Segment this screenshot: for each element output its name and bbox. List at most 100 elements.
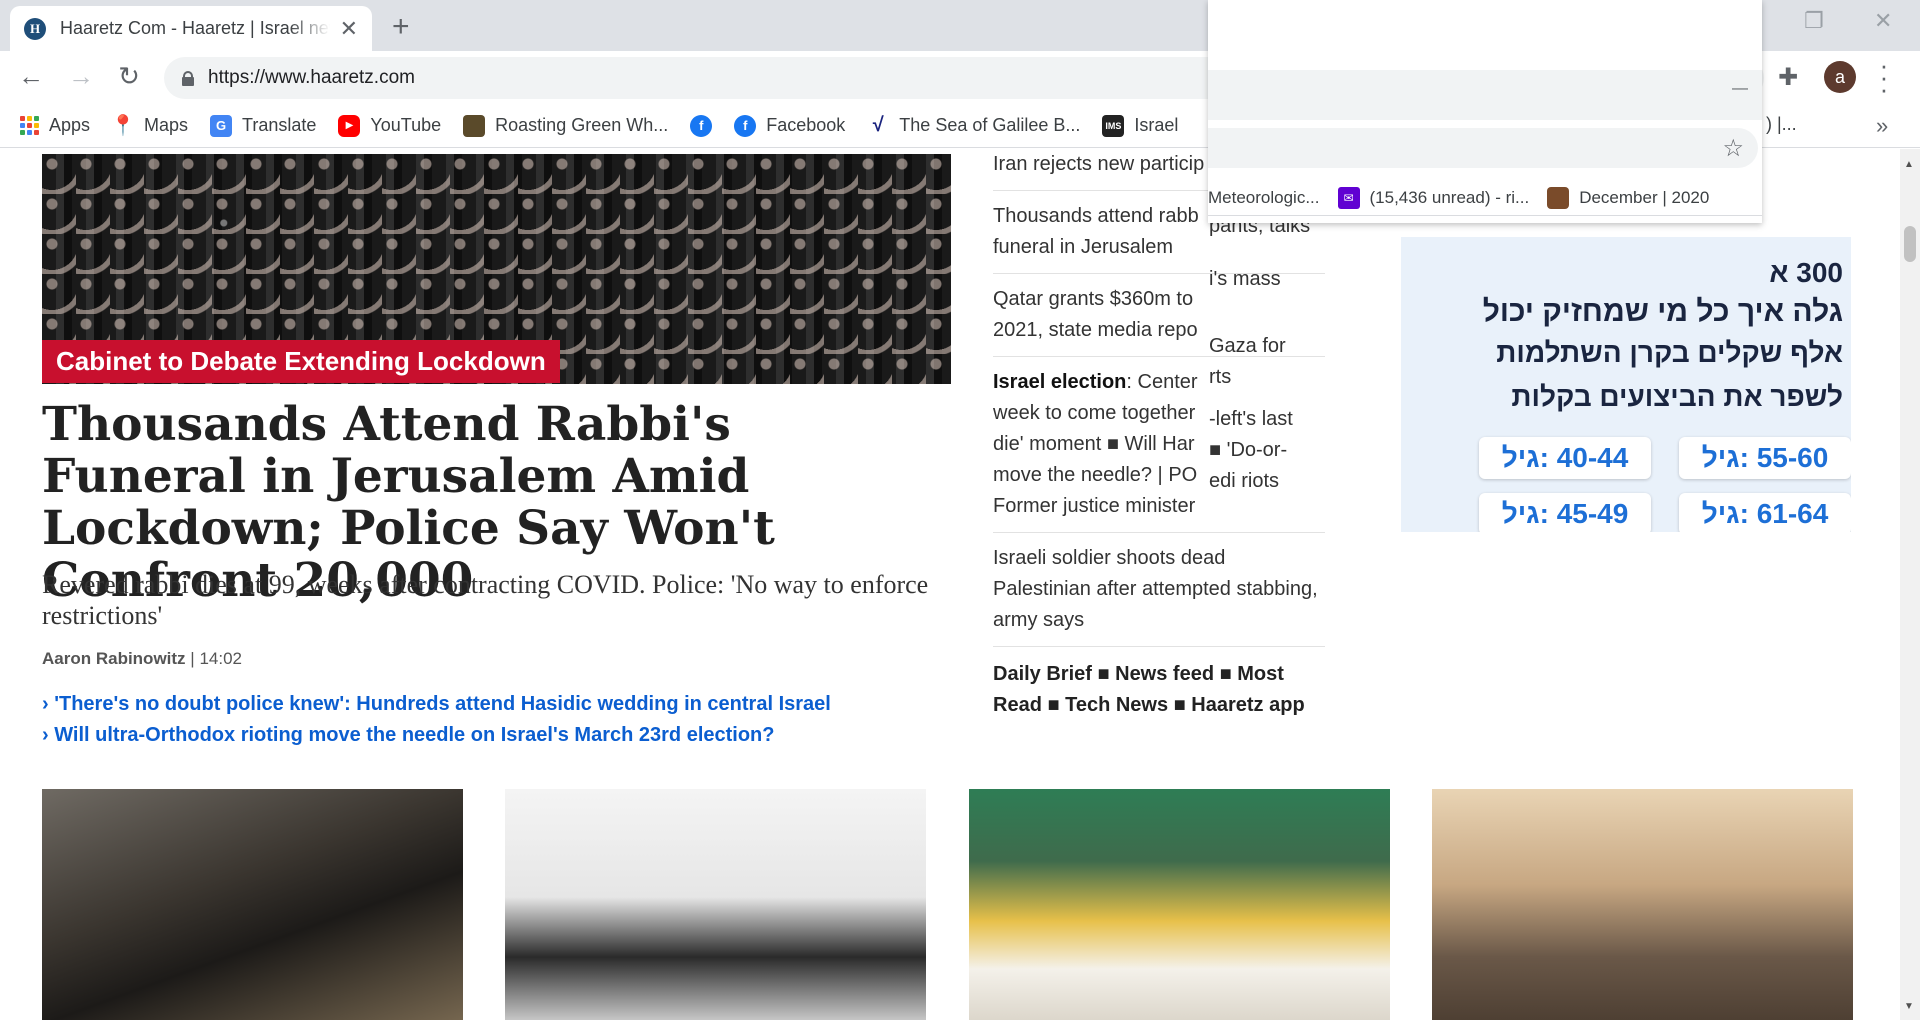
bookmark-label: The Sea of Galilee B... xyxy=(899,115,1081,135)
story-card-image[interactable] xyxy=(1432,789,1853,1020)
bookmark-overflow-label[interactable]: ) |... xyxy=(1766,114,1797,135)
sidebar-news-text: : Center xyxy=(1126,371,1198,393)
bookmark-label: Translate xyxy=(242,115,317,135)
bookmark-israel-ims[interactable]: IMS Israel xyxy=(1102,114,1178,137)
bookmark-label: December | 2020 xyxy=(1579,187,1710,207)
sidebar-news-text: funeral in Jerusalem xyxy=(993,236,1174,258)
minimize-window-icon[interactable]: — xyxy=(1732,80,1748,98)
sidebar-news-text: Qatar grants $360m to xyxy=(993,288,1194,310)
ad-headline: 300 א xyxy=(1769,257,1843,288)
bookmark-label: Apps xyxy=(49,115,91,135)
forward-arrow-icon[interactable]: → xyxy=(64,61,98,92)
overlay-address-bar[interactable] xyxy=(1208,128,1758,168)
story-card-image[interactable] xyxy=(505,789,926,1020)
check-logo-icon: √ xyxy=(872,114,884,136)
menu-kebab-icon[interactable]: · · · xyxy=(1876,52,1892,102)
sidebar-news-text: Thousands attend rabb xyxy=(993,205,1199,227)
sidebar-news-text: die' moment ■ Will Har xyxy=(993,433,1195,455)
ad-banner[interactable]: 300 א גלה איך כל מי שמחזיק יכול אלף שקלי… xyxy=(1401,207,1851,532)
sidebar-news-item[interactable]: Israeli soldier shoots dead Palestinian … xyxy=(993,533,1325,647)
ims-icon: IMS xyxy=(1102,114,1125,137)
mail-icon: ✉ xyxy=(1337,186,1360,209)
bookmark-facebook-1[interactable]: f xyxy=(690,114,713,137)
ad-text: לשפר את הביצועים בקלות xyxy=(1511,381,1843,412)
sidebar-news-text: week to come together xyxy=(993,402,1196,424)
calendar-thumbnail-icon xyxy=(1547,186,1570,209)
ad-text: אלף שקלים בקרן השתלמות xyxy=(1496,337,1843,368)
site-thumbnail-icon xyxy=(463,114,486,137)
sidebar-footer-links[interactable]: Daily Brief ■ News feed ■ Most Read ■ Te… xyxy=(993,647,1325,721)
close-window-icon[interactable]: ✕ xyxy=(1874,8,1892,34)
extensions-puzzle-icon[interactable]: ✚ xyxy=(1778,63,1798,92)
bookmark-sea-of-galilee[interactable]: √ The Sea of Galilee B... xyxy=(867,114,1081,137)
sidebar-news-text: move the needle? | PO xyxy=(993,464,1198,486)
bookmarks-overflow-chevron-icon[interactable]: » xyxy=(1876,104,1888,148)
byline-separator: | xyxy=(190,649,195,668)
maps-pin-icon: 📍 xyxy=(110,115,136,137)
bookmark-mail[interactable]: ✉ (15,436 unread) - ri... xyxy=(1337,186,1530,209)
facebook-icon: f xyxy=(734,114,757,137)
hero-banner-label[interactable]: Cabinet to Debate Extending Lockdown xyxy=(42,340,560,383)
ad-age-pill[interactable]: 45-49 :גיל xyxy=(1479,493,1651,532)
sidebar-overflow-text: i's mass xyxy=(1209,268,1281,290)
sidebar-overflow-text: edi riots xyxy=(1209,470,1280,492)
bookmark-translate[interactable]: G Translate xyxy=(210,114,317,137)
bookmark-december[interactable]: December | 2020 xyxy=(1547,186,1710,209)
active-tab[interactable]: H Haaretz Com - Haaretz | Israel news, M… xyxy=(10,6,372,51)
bookmark-meteorological[interactable]: Meteorologic... xyxy=(1208,188,1320,208)
sidebar-overflow-text: ■ 'Do-or- xyxy=(1209,439,1288,461)
new-tab-icon[interactable]: + xyxy=(392,10,410,44)
related-link[interactable]: 'There's no doubt police knew': Hundreds… xyxy=(42,689,831,720)
translate-icon: G xyxy=(210,114,233,137)
sidebar-news-text: 2021, state media repo xyxy=(993,319,1198,341)
sidebar-overflow-column: pants, talks i's mass Gaza for rts -left… xyxy=(1209,211,1310,497)
bookmark-star-icon[interactable]: ☆ xyxy=(1722,134,1744,163)
scroll-up-arrow-icon[interactable]: ▲ xyxy=(1904,159,1914,170)
author-name[interactable]: Aaron Rabinowitz xyxy=(42,649,186,668)
profile-avatar[interactable]: a xyxy=(1824,61,1856,93)
haaretz-favicon-icon: H xyxy=(24,17,46,40)
story-card-image[interactable] xyxy=(42,789,463,1020)
related-links: 'There's no doubt police knew': Hundreds… xyxy=(42,689,831,751)
bookmark-label: Facebook xyxy=(766,115,846,135)
story-cards-row xyxy=(42,789,1853,1020)
sidebar-news-text: Israeli soldier shoots dead Palestinian … xyxy=(993,547,1318,631)
bookmark-label: Meteorologic... xyxy=(1208,187,1320,207)
overlay-window: — ☆ Meteorologic... ✉ (15,436 unread) - … xyxy=(1208,0,1762,223)
overlay-bookmarks-bar: Meteorologic... ✉ (15,436 unread) - ri..… xyxy=(1208,180,1762,216)
bookmark-youtube[interactable]: ▶ YouTube xyxy=(338,114,442,137)
sidebar-news-text: Iran rejects new particip xyxy=(993,153,1205,175)
bookmark-facebook-2[interactable]: f Facebook xyxy=(734,114,846,137)
related-link[interactable]: Will ultra-Orthodox rioting move the nee… xyxy=(42,720,831,751)
bookmark-apps[interactable]: Apps xyxy=(20,115,90,136)
facebook-icon: f xyxy=(690,114,713,137)
tab-title: Haaretz Com - Haaretz | Israel news, Mid… xyxy=(60,18,330,38)
story-card-image[interactable] xyxy=(969,789,1390,1020)
bookmark-maps[interactable]: 📍 Maps xyxy=(110,115,188,137)
apps-grid-icon xyxy=(20,116,39,135)
url-text: https://www.haaretz.com xyxy=(208,67,415,88)
scroll-thumb[interactable] xyxy=(1904,226,1916,262)
ad-age-pill[interactable]: 40-44 :גיל xyxy=(1479,437,1651,479)
ad-age-pill[interactable]: 61-64 :גיל xyxy=(1679,493,1851,532)
sidebar-news-text: Former justice minister xyxy=(993,495,1196,517)
back-arrow-icon[interactable]: ← xyxy=(14,61,48,92)
lock-icon[interactable] xyxy=(182,71,194,86)
sidebar-overflow-text: Gaza for xyxy=(1209,335,1286,357)
bookmark-label: YouTube xyxy=(370,115,442,135)
sidebar-news-bold: Israel election xyxy=(993,371,1127,393)
restore-window-icon[interactable]: ❐ xyxy=(1804,8,1824,34)
page-content: Cabinet to Debate Extending Lockdown Tho… xyxy=(0,149,1920,1020)
ad-age-pill[interactable]: 55-60 :גיל xyxy=(1679,437,1851,479)
sidebar-overflow-text: -left's last xyxy=(1209,408,1293,430)
page-scrollbar[interactable]: ▲ ▼ xyxy=(1900,149,1920,1020)
reload-icon[interactable]: ↻ xyxy=(112,61,146,92)
scroll-down-arrow-icon[interactable]: ▼ xyxy=(1904,1001,1914,1012)
overlay-toolbar-strip xyxy=(1208,70,1762,120)
byline: Aaron Rabinowitz | 14:02 xyxy=(42,649,242,669)
bookmark-label: (15,436 unread) - ri... xyxy=(1369,187,1530,207)
tab-close-icon[interactable]: ✕ xyxy=(340,16,358,42)
headline-subhead: Revered rabbi dies at 99, weeks after co… xyxy=(42,570,929,630)
bookmark-roasting[interactable]: Roasting Green Wh... xyxy=(463,114,668,137)
sidebar-overflow-text: rts xyxy=(1209,366,1232,388)
